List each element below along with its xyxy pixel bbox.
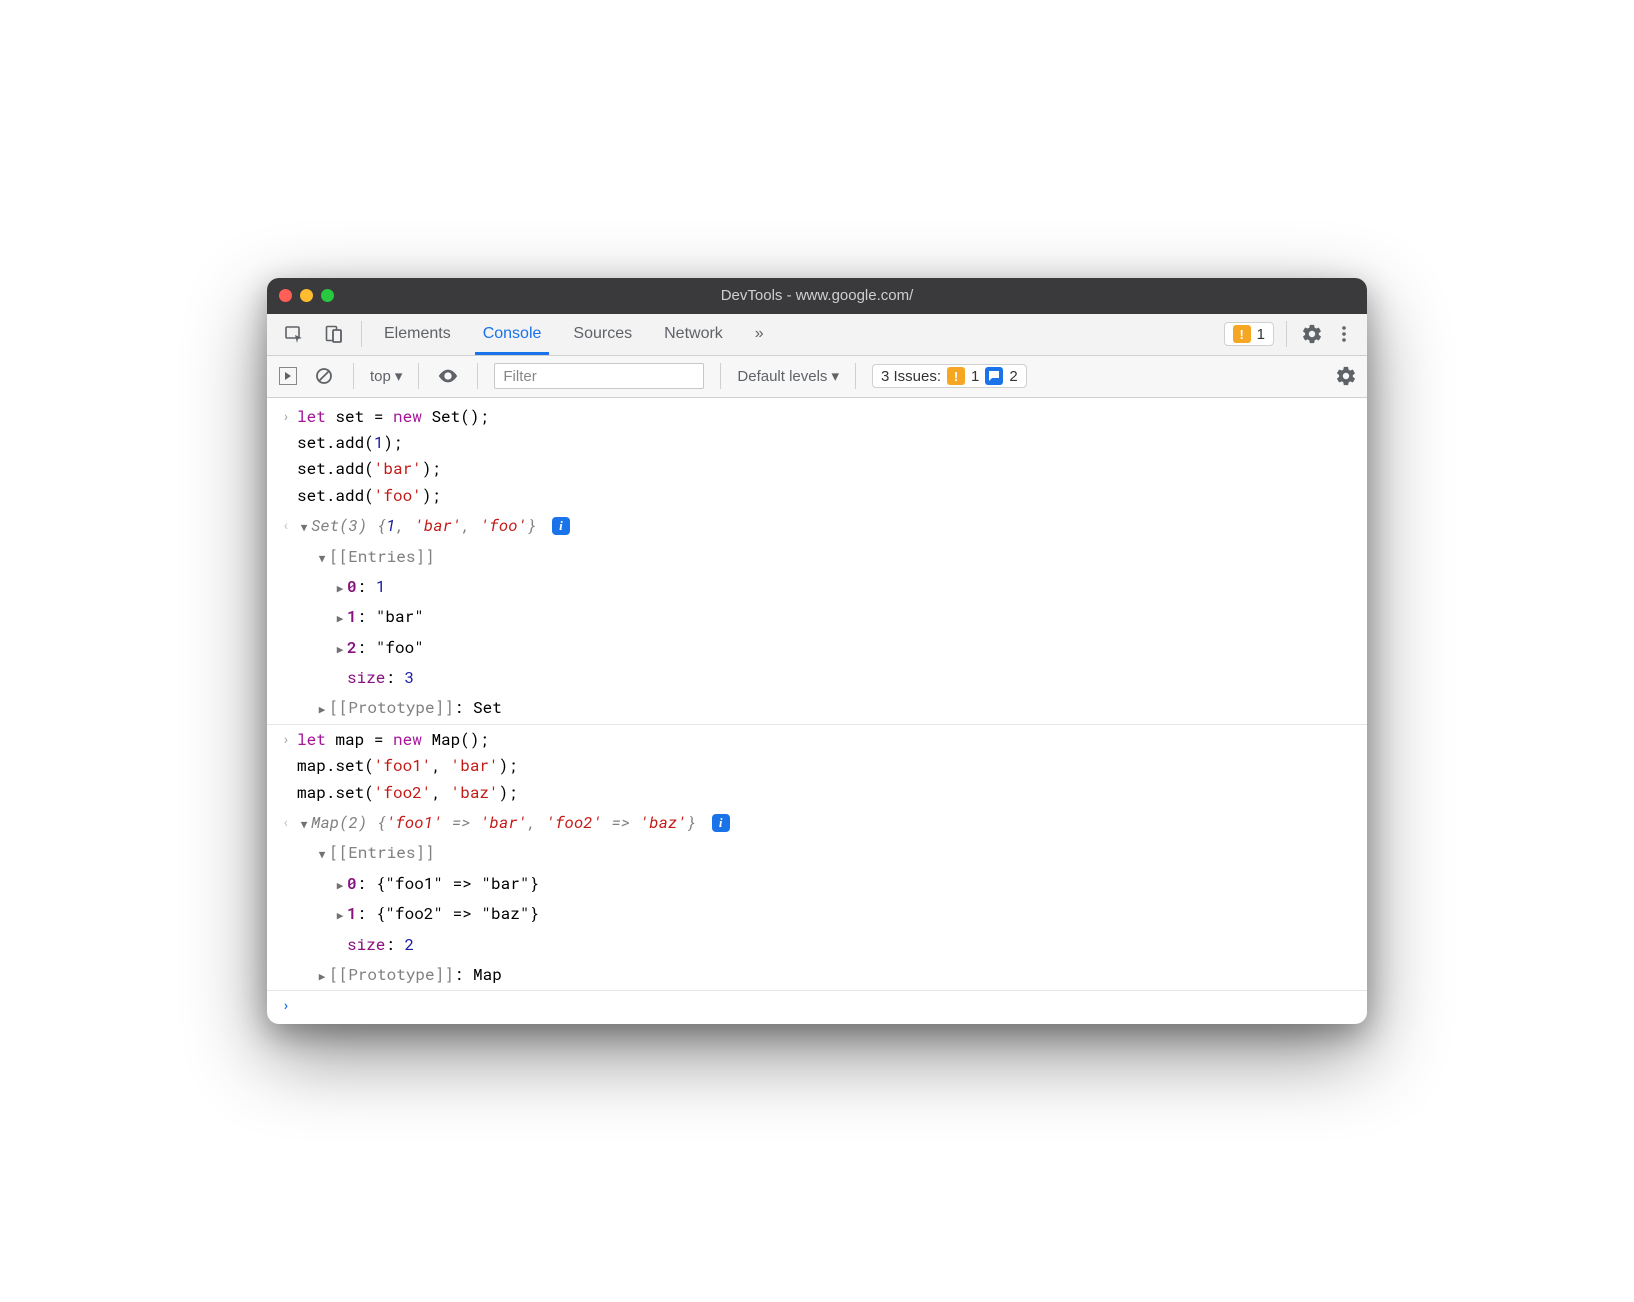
prompt-chevron-icon: › [275, 993, 297, 1016]
size-row: size: 3 [267, 663, 1367, 693]
entries-header[interactable]: [[Entries]] [297, 544, 1357, 570]
disclosure-triangle-icon[interactable] [333, 604, 347, 630]
warning-icon: ! [1233, 325, 1251, 343]
console-output-row: ‹ Set(3) {1, 'bar', 'foo'} i [267, 511, 1367, 541]
minimize-window-button[interactable] [300, 289, 313, 302]
live-expression-eye-icon[interactable] [435, 363, 461, 389]
traffic-lights [279, 289, 334, 302]
settings-gear-icon[interactable] [1299, 321, 1325, 347]
tab-elements[interactable]: Elements [368, 314, 467, 355]
entry-row: 0: 1 [267, 572, 1367, 602]
entry-row: 2: "foo" [267, 633, 1367, 663]
divider [477, 363, 478, 389]
console-output: › let set = new Set(); set.add(1); set.a… [267, 398, 1367, 1025]
code-line[interactable]: let set = new Set(); set.add(1); set.add… [297, 404, 1357, 510]
issues-badge[interactable]: 3 Issues: ! 1 2 [872, 364, 1027, 388]
divider [720, 363, 721, 389]
divider [1286, 321, 1287, 347]
message-icon [985, 367, 1003, 385]
tab-network[interactable]: Network [648, 314, 739, 355]
kebab-menu-icon[interactable] [1331, 321, 1357, 347]
issues-msg-count: 2 [1009, 368, 1017, 385]
console-input-row: › let map = new Map(); map.set('foo1', '… [267, 725, 1367, 808]
disclosure-triangle-icon[interactable] [333, 574, 347, 600]
output-chevron-icon: ‹ [275, 810, 297, 836]
issues-warn-count: 1 [971, 368, 979, 385]
input-chevron-icon: › [275, 727, 297, 806]
chevron-down-icon: ▾ [831, 367, 839, 385]
disclosure-triangle-icon[interactable] [297, 810, 311, 836]
size-row: size: 2 [267, 930, 1367, 960]
log-levels-selector[interactable]: Default levels ▾ [737, 367, 839, 385]
clear-console-icon[interactable] [311, 363, 337, 389]
window-title: DevTools - www.google.com/ [267, 287, 1367, 304]
disclosure-triangle-icon[interactable] [333, 635, 347, 661]
warnings-badge[interactable]: ! 1 [1224, 322, 1274, 346]
panel-tabs: Elements Console Sources Network » [368, 314, 780, 355]
prompt-input[interactable] [297, 993, 1357, 1016]
info-icon[interactable]: i [712, 814, 730, 832]
object-summary[interactable]: Set(3) {1, 'bar', 'foo'} i [297, 513, 1357, 539]
divider [361, 321, 362, 347]
disclosure-triangle-icon[interactable] [315, 840, 329, 866]
main-toolbar: Elements Console Sources Network » ! 1 [267, 314, 1367, 356]
console-output-row: ‹ Map(2) {'foo1' => 'bar', 'foo2' => 'ba… [267, 808, 1367, 838]
context-selector[interactable]: top ▾ [370, 367, 402, 385]
info-icon[interactable]: i [552, 517, 570, 535]
disclosure-triangle-icon[interactable] [315, 544, 329, 570]
titlebar: DevTools - www.google.com/ [267, 278, 1367, 314]
object-entries: [[Entries]] [267, 838, 1367, 868]
maximize-window-button[interactable] [321, 289, 334, 302]
disclosure-triangle-icon[interactable] [333, 901, 347, 927]
tab-overflow[interactable]: » [739, 314, 780, 355]
tab-console[interactable]: Console [467, 314, 558, 355]
entry-row: 0: {"foo1" => "bar"} [267, 869, 1367, 899]
warning-icon: ! [947, 367, 965, 385]
output-chevron-icon: ‹ [275, 513, 297, 539]
filter-input[interactable] [494, 363, 704, 389]
context-label: top [370, 368, 391, 385]
divider [418, 363, 419, 389]
devtools-window: DevTools - www.google.com/ Elements Con [267, 278, 1367, 1025]
disclosure-triangle-icon[interactable] [297, 513, 311, 539]
levels-label: Default levels [737, 368, 827, 385]
input-chevron-icon: › [275, 404, 297, 510]
device-toolbar-icon[interactable] [321, 321, 347, 347]
prototype-row: [[Prototype]]: Map [267, 960, 1367, 991]
entries-header[interactable]: [[Entries]] [297, 840, 1357, 866]
object-entries: [[Entries]] [267, 542, 1367, 572]
tab-sources[interactable]: Sources [557, 314, 648, 355]
issues-label: 3 Issues: [881, 368, 941, 385]
show-console-sidebar-icon[interactable] [275, 363, 301, 389]
close-window-button[interactable] [279, 289, 292, 302]
console-settings-gear-icon[interactable] [1333, 363, 1359, 389]
inspect-element-icon[interactable] [281, 321, 307, 347]
object-summary[interactable]: Map(2) {'foo1' => 'bar', 'foo2' => 'baz'… [297, 810, 1357, 836]
divider [353, 363, 354, 389]
disclosure-triangle-icon[interactable] [315, 962, 329, 988]
chevron-down-icon: ▾ [395, 367, 403, 385]
code-line[interactable]: let map = new Map(); map.set('foo1', 'ba… [297, 727, 1357, 806]
prototype-row: [[Prototype]]: Set [267, 693, 1367, 724]
console-input-row: › let set = new Set(); set.add(1); set.a… [267, 402, 1367, 512]
disclosure-triangle-icon[interactable] [315, 695, 329, 721]
disclosure-triangle-icon[interactable] [333, 871, 347, 897]
warnings-count: 1 [1257, 326, 1265, 343]
divider [855, 363, 856, 389]
entry-row: 1: {"foo2" => "baz"} [267, 899, 1367, 929]
console-prompt[interactable]: › [267, 991, 1367, 1018]
entry-row: 1: "bar" [267, 602, 1367, 632]
console-toolbar: top ▾ Default levels ▾ 3 Issues: ! 1 2 [267, 356, 1367, 398]
